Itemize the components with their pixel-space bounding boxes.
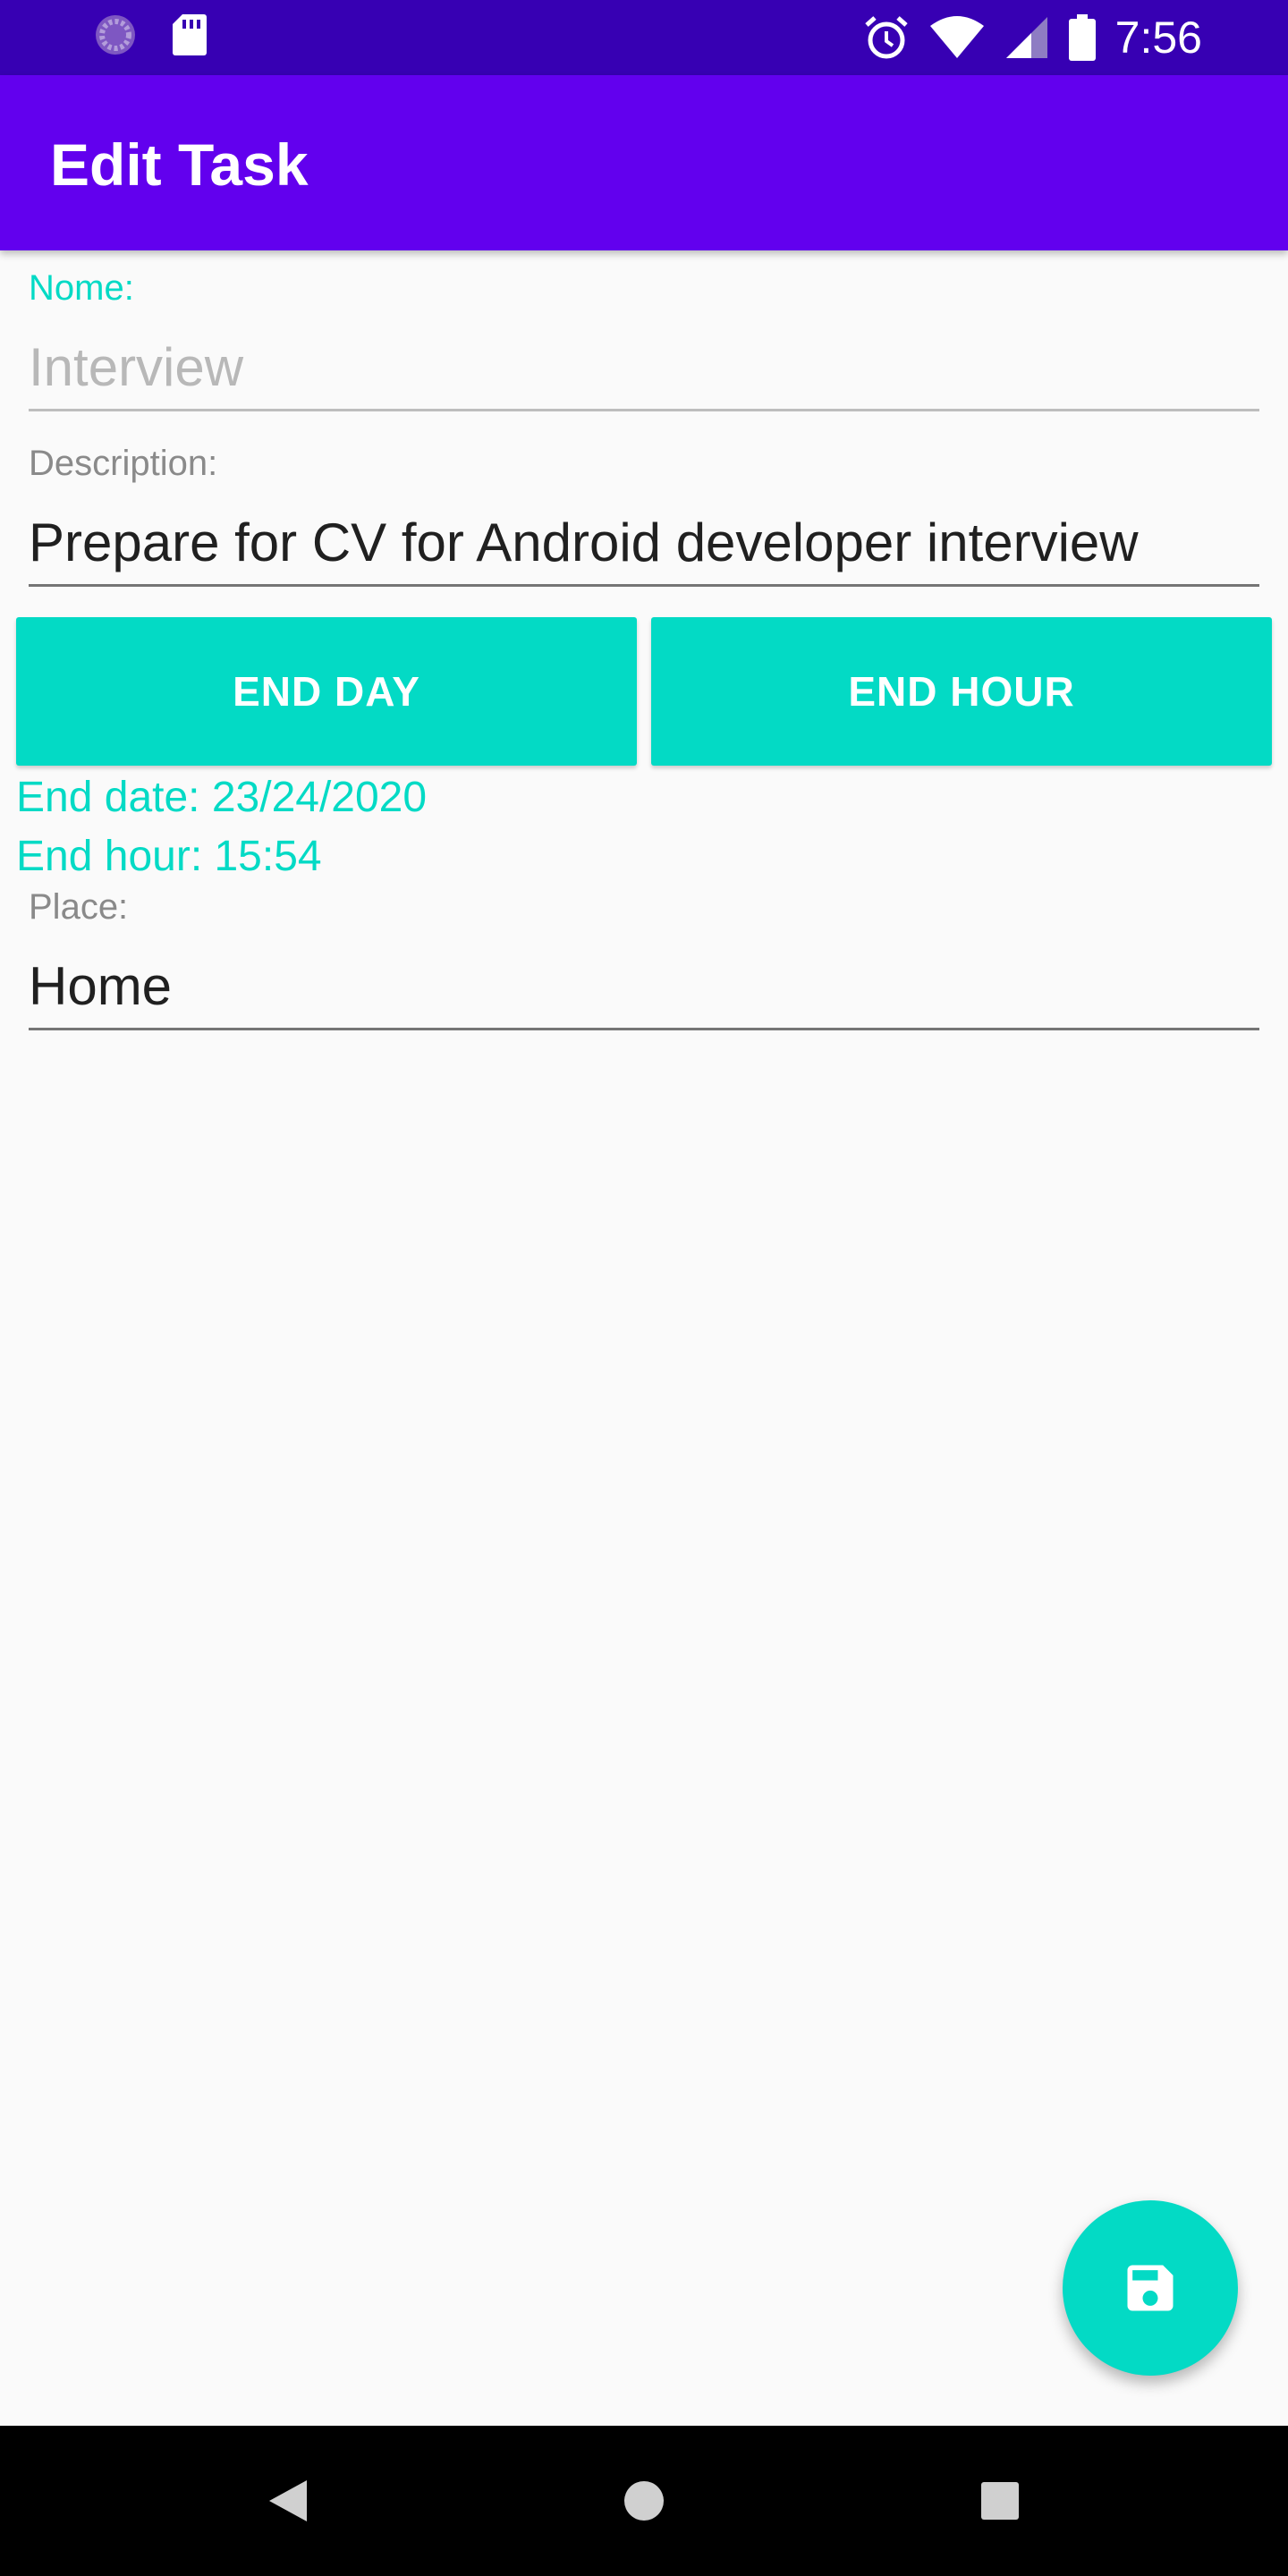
- name-input[interactable]: [29, 326, 1259, 411]
- back-icon: [267, 2479, 309, 2523]
- battery-icon: [1068, 14, 1096, 61]
- place-label: Place:: [29, 887, 129, 927]
- home-button[interactable]: [614, 2470, 674, 2531]
- recents-icon: [980, 2481, 1020, 2521]
- status-bar-left: [93, 13, 208, 57]
- page-title: Edit Task: [50, 131, 309, 198]
- end-hour-button[interactable]: END HOUR: [651, 617, 1272, 766]
- end-hour-text: End hour: 15:54: [16, 833, 322, 880]
- recents-button[interactable]: [970, 2470, 1030, 2531]
- place-input[interactable]: [29, 945, 1259, 1030]
- status-bar: 7:56: [0, 0, 1288, 75]
- end-date-text: End date: 23/24/2020: [16, 774, 428, 821]
- home-icon: [623, 2479, 665, 2522]
- save-icon: [1120, 2258, 1181, 2318]
- description-input[interactable]: [29, 501, 1259, 587]
- status-time: 7:56: [1114, 13, 1202, 63]
- navigation-bar: [0, 2426, 1288, 2576]
- description-label: Description:: [29, 444, 218, 483]
- back-button[interactable]: [258, 2470, 318, 2531]
- sd-card-icon: [172, 13, 208, 57]
- wifi-icon: [929, 15, 985, 60]
- name-label: Nome:: [29, 268, 134, 308]
- app-bar: Edit Task: [0, 75, 1288, 250]
- signal-icon: [1004, 15, 1049, 60]
- loading-icon: [93, 13, 138, 57]
- save-button[interactable]: [1063, 2200, 1238, 2376]
- alarm-icon: [863, 14, 910, 61]
- end-day-button[interactable]: END DAY: [16, 617, 637, 766]
- status-bar-right: 7:56: [863, 11, 1202, 64]
